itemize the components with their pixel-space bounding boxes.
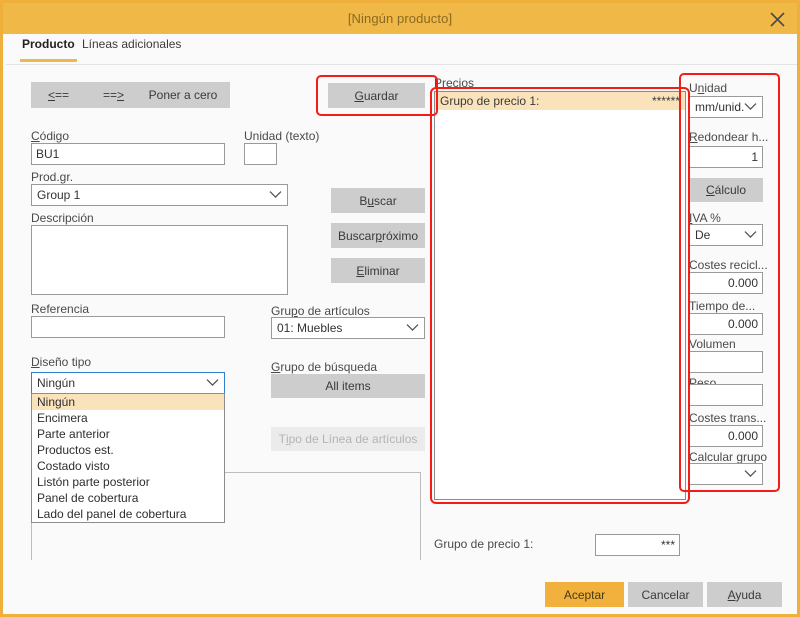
window-title: [Ningún producto] — [348, 11, 452, 26]
calculo-button[interactable]: Cálculo — [689, 178, 763, 202]
title-bar: [Ningún producto] — [3, 3, 797, 34]
iva-value: De — [695, 225, 710, 245]
diseno-tipo-option-list[interactable]: NingúnEncimeraParte anteriorProductos es… — [31, 393, 225, 523]
aceptar-button[interactable]: Aceptar — [545, 582, 624, 607]
peso-input[interactable] — [689, 384, 763, 406]
unidad-label: Unidad — [689, 81, 727, 95]
cancelar-button[interactable]: Cancelar — [628, 582, 703, 607]
diseno-tipo-select[interactable]: Ningún — [31, 372, 225, 394]
referencia-label: Referencia — [31, 302, 89, 316]
prodgr-value: Group 1 — [37, 185, 80, 205]
chevron-down-icon — [744, 470, 757, 478]
guardar-button[interactable]: Guardar — [328, 83, 425, 108]
precios-row-value: ****** — [652, 94, 680, 108]
product-dialog: [Ningún producto] Producto Líneas adicio… — [0, 0, 800, 617]
calcular-grupo-select[interactable] — [689, 463, 763, 485]
unidad-value: mm/unid. — [695, 97, 744, 117]
costes-reciclaje-label: Costes recicl... — [689, 258, 768, 272]
calculo-label: Cálculo — [706, 183, 746, 197]
precios-listbox[interactable]: Grupo de precio 1: ****** — [434, 91, 686, 500]
costes-transporte-input[interactable] — [689, 425, 763, 447]
guardar-label: Guardar — [354, 89, 398, 103]
iva-select[interactable]: De — [689, 224, 763, 246]
grupo-articulos-select[interactable]: 01: Muebles — [271, 317, 425, 339]
costes-reciclaje-input[interactable] — [689, 272, 763, 294]
tab-bar: Producto Líneas adicionales — [6, 34, 797, 65]
chevron-down-icon — [269, 191, 282, 199]
precios-row-label: Grupo de precio 1: — [440, 94, 539, 108]
chevron-down-icon — [406, 324, 419, 332]
diseno-tipo-option[interactable]: Encimera — [32, 410, 224, 426]
referencia-input[interactable] — [31, 316, 225, 338]
grupo-articulos-value: 01: Muebles — [277, 318, 342, 338]
iva-label: IVA % — [689, 211, 721, 225]
precios-row[interactable]: Grupo de precio 1: ****** — [435, 92, 685, 110]
unidad-select[interactable]: mm/unid. — [689, 96, 763, 118]
calcular-grupo-label: Calcular grupo — [689, 450, 767, 464]
codigo-label: Código — [31, 129, 69, 143]
reset-to-zero-button[interactable]: Poner a cero — [136, 82, 230, 108]
eliminar-button[interactable]: Eliminar — [331, 258, 425, 283]
tab-lineas-adicionales[interactable]: Líneas adicionales — [80, 37, 183, 62]
costes-transporte-label: Costes trans... — [689, 411, 766, 425]
volumen-label: Volumen — [689, 337, 736, 351]
descripcion-label: Descripción — [31, 211, 94, 225]
diseno-tipo-option[interactable]: Costado visto — [32, 458, 224, 474]
ayuda-label: Ayuda — [728, 588, 762, 602]
precios-label: Precios — [434, 76, 474, 90]
tiempo-label: Tiempo de... — [689, 299, 755, 313]
tipo-linea-articulos-button: Tipo de Línea de artículos — [271, 427, 425, 451]
diseno-tipo-option[interactable]: Productos est. — [32, 442, 224, 458]
chevron-down-icon — [744, 103, 757, 111]
diseno-tipo-label: Diseño tipo — [31, 355, 91, 369]
chevron-down-icon — [744, 231, 757, 239]
grupo-precio-bottom-input[interactable] — [595, 534, 680, 556]
grupo-busqueda-label: Grupo de búsqueda — [271, 360, 377, 374]
tiempo-input[interactable] — [689, 313, 763, 335]
prodgr-label: Prod.gr. — [31, 170, 73, 184]
diseno-tipo-option[interactable]: Lado del panel de cobertura — [32, 506, 224, 522]
prodgr-select[interactable]: Group 1 — [31, 184, 288, 206]
all-items-button[interactable]: All items — [271, 374, 425, 398]
diseno-tipo-option[interactable]: Ningún — [32, 394, 224, 410]
grupo-precio-bottom-label: Grupo de precio 1: — [434, 537, 533, 551]
tab-producto[interactable]: Producto — [20, 37, 77, 62]
unidad-texto-input[interactable] — [244, 143, 277, 165]
prev-record-button[interactable]: <== — [31, 82, 86, 108]
ayuda-button[interactable]: Ayuda — [707, 582, 782, 607]
redondear-label: Redondear h... — [689, 130, 768, 144]
next-record-button[interactable]: ==> — [86, 82, 141, 108]
unidad-texto-label: Unidad (texto) — [244, 129, 319, 143]
record-nav-group: <== ==> — [31, 82, 141, 108]
diseno-tipo-value: Ningún — [37, 373, 75, 393]
close-icon[interactable] — [765, 7, 789, 31]
buscar-proximo-button[interactable]: Buscar próximo — [331, 223, 425, 248]
descripcion-textarea[interactable] — [31, 225, 288, 295]
diseno-tipo-option[interactable]: Listón parte posterior — [32, 474, 224, 490]
codigo-input[interactable] — [31, 143, 225, 165]
redondear-input[interactable] — [689, 146, 763, 168]
diseno-tipo-option[interactable]: Panel de cobertura — [32, 490, 224, 506]
volumen-input[interactable] — [689, 351, 763, 373]
buscar-button[interactable]: Buscar — [331, 188, 425, 213]
chevron-down-icon — [206, 379, 219, 387]
diseno-tipo-option[interactable]: Parte anterior — [32, 426, 224, 442]
grupo-articulos-label: Grupo de artículos — [271, 304, 370, 318]
